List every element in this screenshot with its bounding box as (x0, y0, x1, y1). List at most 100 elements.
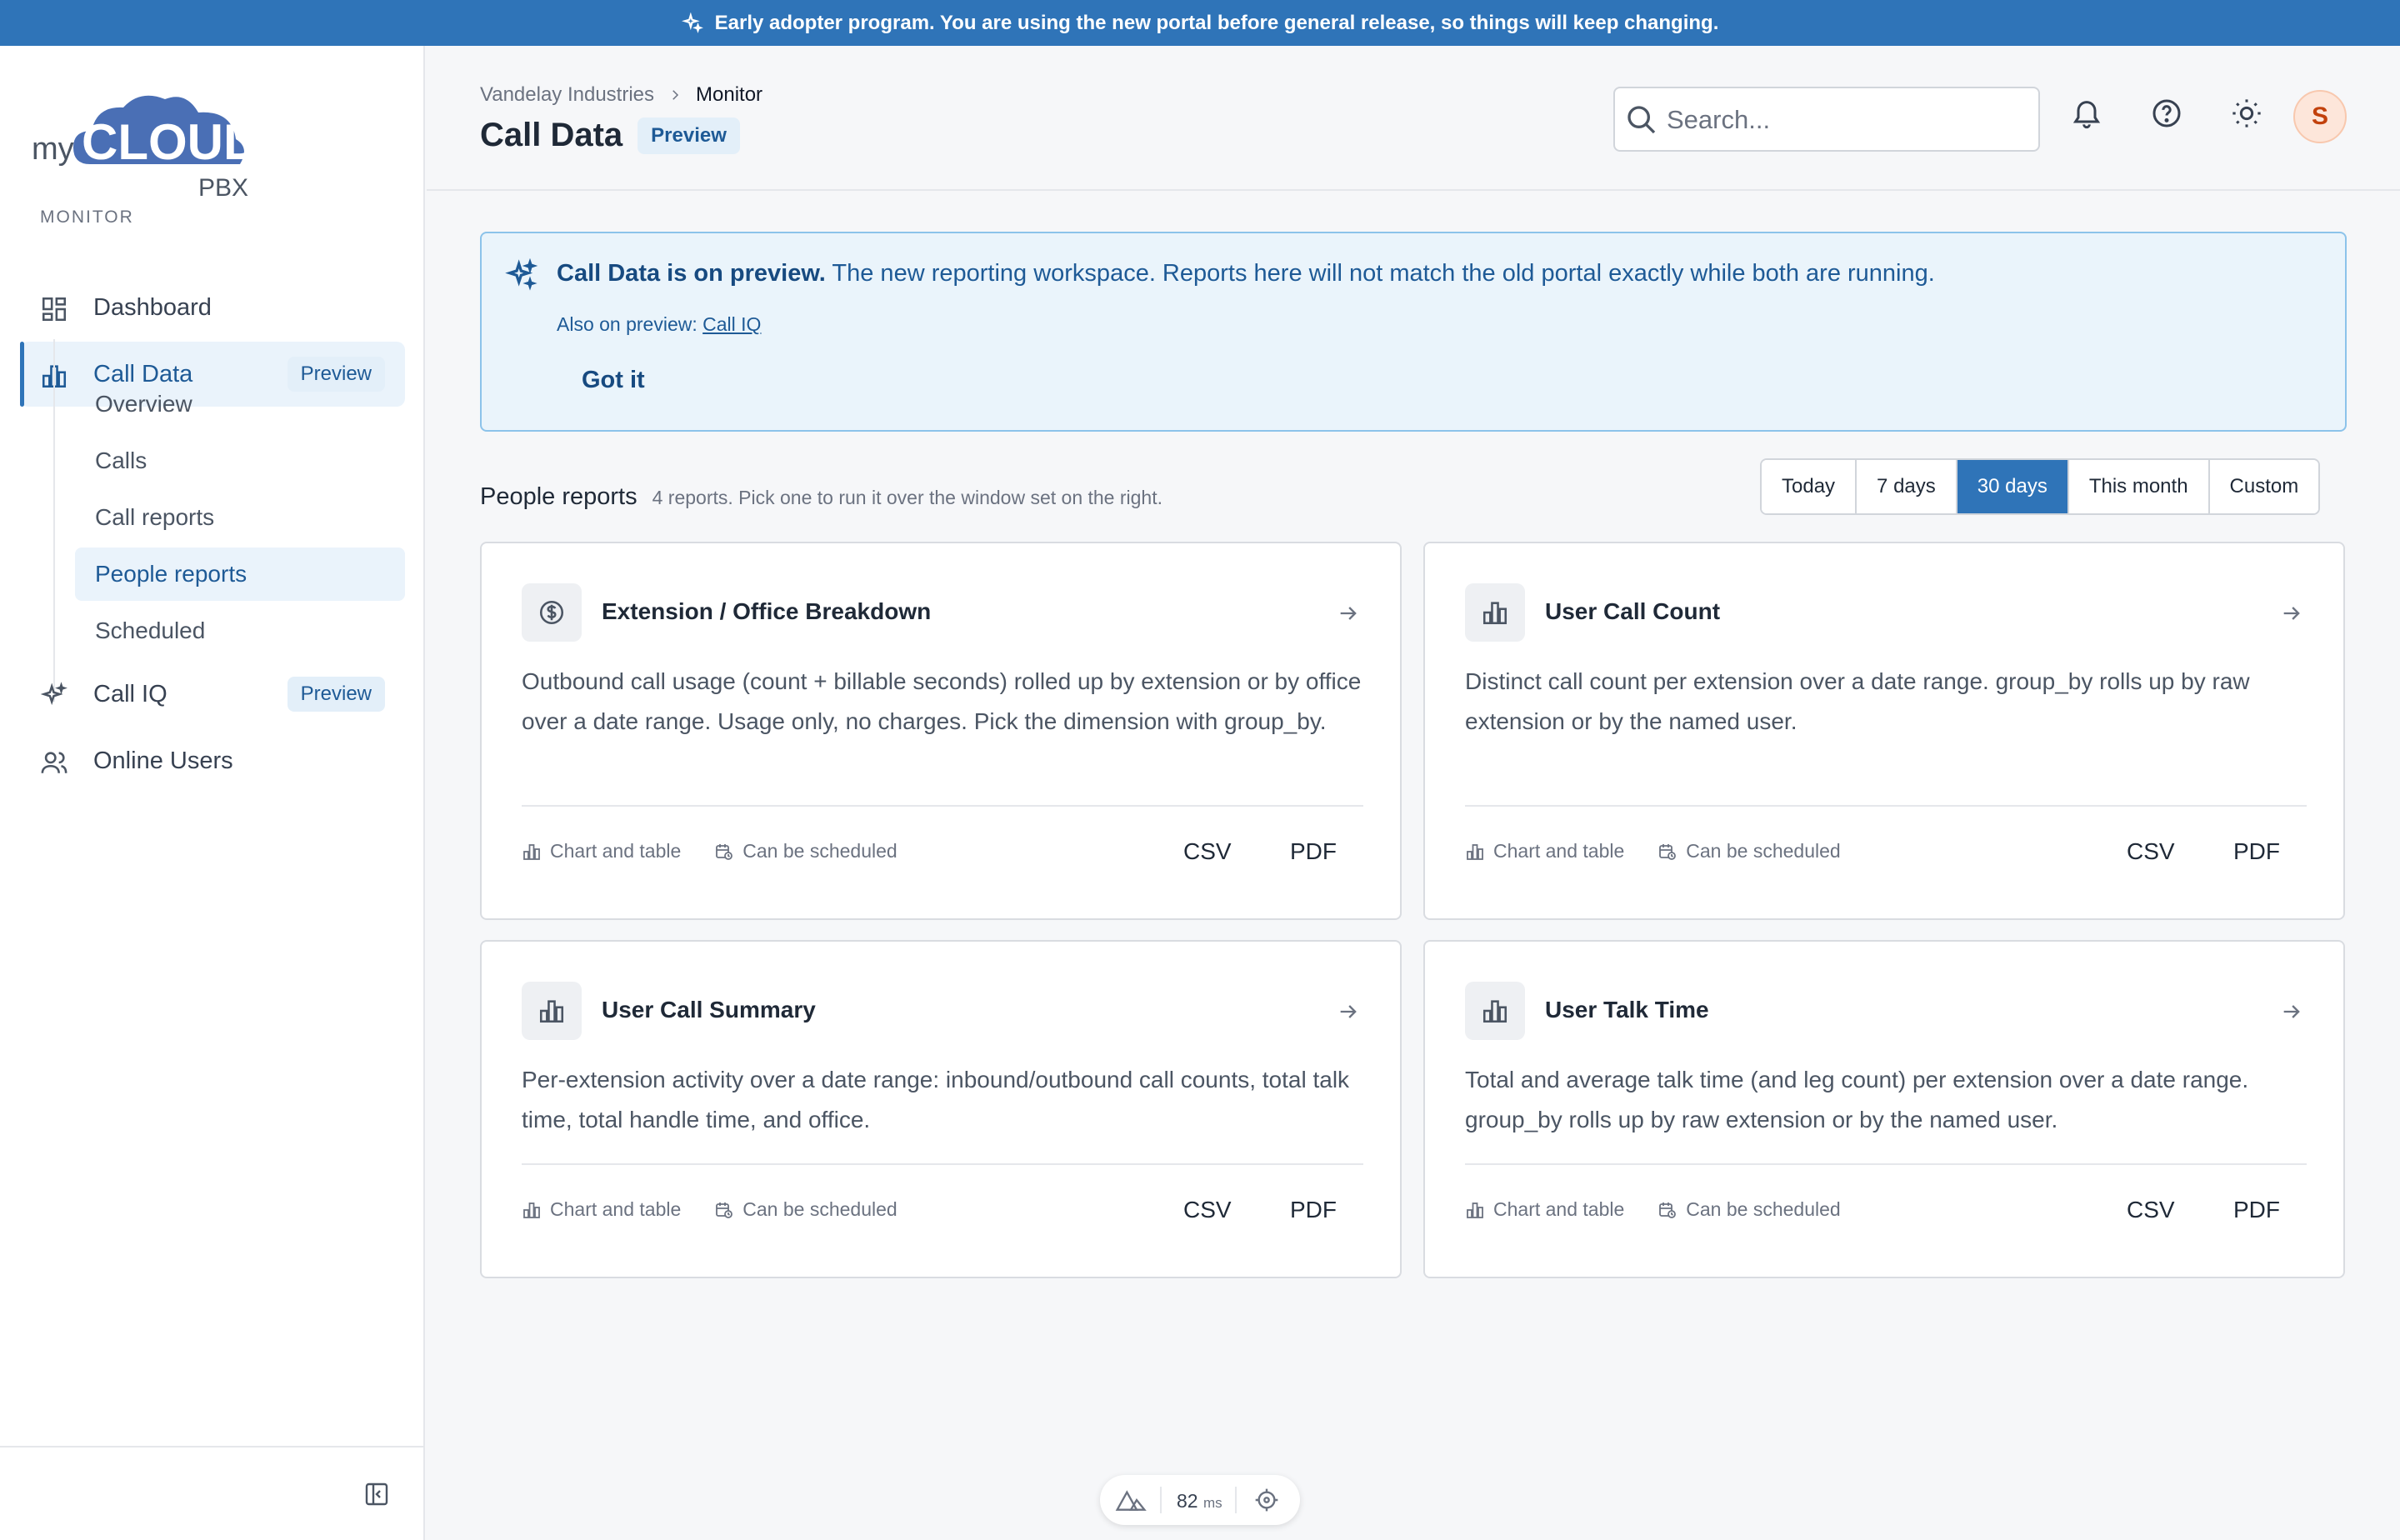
help-icon[interactable] (2150, 97, 2183, 130)
sidebar-item-label: Call IQ (93, 680, 168, 708)
calendar-clock-icon (1659, 843, 1677, 860)
arrow-right-icon[interactable] (1337, 602, 1360, 625)
card-icon (1465, 982, 1525, 1040)
csv-export-button[interactable]: CSV (1183, 1197, 1232, 1223)
schedulable-label: Can be scheduled (1686, 840, 1841, 862)
avatar[interactable]: S (2293, 90, 2347, 143)
nuxt-logo-icon (1115, 1490, 1147, 1511)
page-title-row: Call Data Preview (480, 117, 740, 154)
range-this-month-button[interactable]: This month (2067, 460, 2208, 513)
breadcrumb: Vandelay Industries Monitor (480, 83, 762, 107)
sparkle-icon (681, 12, 703, 33)
csv-export-button[interactable]: CSV (1183, 838, 1232, 865)
dollar-icon (539, 600, 564, 625)
sidebar-subitem-call-reports[interactable]: Call reports (75, 491, 405, 544)
crosshair-icon[interactable] (1253, 1487, 1280, 1513)
card-description: Per-extension activity over a date range… (522, 1067, 1350, 1132)
card-description: Outbound call usage (count + billable se… (522, 668, 1362, 734)
card-divider (522, 805, 1363, 807)
search-box[interactable] (1613, 87, 2040, 152)
range-custom-button[interactable]: Custom (2208, 460, 2319, 513)
sidebar-divider (0, 1446, 425, 1448)
dashboard-icon (42, 297, 67, 322)
arrow-right-icon[interactable] (2280, 1000, 2303, 1023)
perf-readout: 82 ms (1177, 1490, 1222, 1512)
section-label-monitor: MONITOR (40, 208, 134, 227)
report-card-user-call-summary[interactable]: User Call Summary Per-extension activity… (480, 940, 1402, 1278)
arrow-right-icon[interactable] (1337, 1000, 1360, 1023)
sidebar-item-label: Dashboard (93, 293, 212, 321)
sidebar-collapse-icon[interactable] (363, 1481, 390, 1508)
card-title: User Call Count (1545, 598, 1721, 624)
bar-chart-icon (1482, 602, 1508, 625)
range-today-button[interactable]: Today (1762, 460, 1856, 513)
csv-export-button[interactable]: CSV (2127, 838, 2175, 865)
date-range-selector: Today 7 days 30 days This month Custom (1760, 458, 2321, 515)
card-footer: Chart and table Can be scheduled (1465, 1198, 1841, 1221)
sparkle-icon (505, 258, 538, 291)
logo-my: my (32, 132, 74, 167)
pdf-export-button[interactable]: PDF (2233, 838, 2280, 865)
card-description: Distinct call count per extension over a… (1465, 668, 2250, 734)
range-30days-button[interactable]: 30 days (1955, 460, 2068, 513)
pdf-export-button[interactable]: PDF (2233, 1197, 2280, 1223)
page-title: Call Data (480, 117, 623, 153)
sidebar-subitem-people-reports[interactable]: People reports (75, 548, 405, 601)
breadcrumb-current: Monitor (696, 83, 763, 106)
card-divider (1465, 805, 2307, 807)
call-iq-link[interactable]: Call IQ (702, 313, 761, 335)
csv-export-button[interactable]: CSV (2127, 1197, 2175, 1223)
bar-chart-icon (539, 1000, 564, 1023)
bar-chart-icon (1467, 1202, 1483, 1218)
card-footer: Chart and table Can be scheduled (522, 840, 898, 862)
report-card-user-call-count[interactable]: User Call Count Distinct call count per … (1423, 542, 2345, 920)
card-description: Total and average talk time (and leg cou… (1465, 1067, 2249, 1132)
card-icon (522, 583, 582, 642)
notice-bold: Call Data is on preview. (557, 260, 826, 287)
pdf-export-button[interactable]: PDF (1290, 838, 1337, 865)
calendar-clock-icon (716, 843, 733, 860)
preview-badge: Preview (638, 117, 740, 154)
range-7days-button[interactable]: 7 days (1855, 460, 1956, 513)
sidebar-subitem-calls[interactable]: Calls (75, 434, 405, 488)
search-input[interactable] (1667, 102, 2025, 138)
bar-chart-icon (1467, 843, 1483, 860)
schedulable-label: Can be scheduled (1686, 1198, 1841, 1220)
got-it-button[interactable]: Got it (582, 367, 645, 394)
submenu-line (53, 339, 55, 702)
logo-cloud: CLOUD (82, 114, 259, 170)
preview-notice: Call Data is on preview. The new reporti… (480, 232, 2347, 432)
devtools-perf-pill[interactable]: 82 ms (1100, 1475, 1300, 1525)
sidebar-subitem-scheduled[interactable]: Scheduled (75, 604, 405, 658)
card-divider (1465, 1163, 2307, 1165)
chart-and-table-label: Chart and table (1493, 1198, 1625, 1220)
chart-and-table-label: Chart and table (1493, 840, 1625, 862)
chart-and-table-label: Chart and table (550, 1198, 682, 1220)
breadcrumb-org[interactable]: Vandelay Industries (480, 83, 654, 107)
card-icon (1465, 583, 1525, 642)
section-subtitle: 4 reports. Pick one to run it over the w… (652, 487, 1162, 508)
card-title: User Talk Time (1545, 997, 1709, 1022)
perf-value: 82 (1177, 1490, 1198, 1512)
schedulable-label: Can be scheduled (742, 840, 898, 862)
report-card-extension-office[interactable]: Extension / Office Breakdown Outbound ca… (480, 542, 1402, 920)
theme-sun-icon[interactable] (2230, 97, 2263, 130)
banner-text: Early adopter program. You are using the… (714, 11, 1719, 34)
sidebar: my CLOUD PBX MONITOR Dashboard Call Data… (0, 46, 425, 1540)
sidebar-item-label: Online Users (93, 747, 233, 774)
pdf-export-button[interactable]: PDF (1290, 1197, 1337, 1223)
calendar-clock-icon (1659, 1202, 1677, 1218)
report-card-user-talk-time[interactable]: User Talk Time Total and average talk ti… (1423, 940, 2345, 1278)
card-title: Extension / Office Breakdown (602, 598, 932, 624)
sidebar-item-online-users[interactable]: Online Users (20, 728, 405, 793)
arrow-right-icon[interactable] (2280, 602, 2303, 625)
sidebar-subitem-overview[interactable]: Overview (75, 378, 405, 431)
notice-text: The new reporting workspace. Reports her… (825, 260, 1935, 287)
bell-icon[interactable] (2070, 97, 2103, 130)
section-header: People reports 4 reports. Pick one to ru… (480, 483, 1162, 511)
sidebar-item-call-iq[interactable]: Call IQ Preview (20, 662, 405, 727)
notice-message: Call Data is on preview. The new reporti… (557, 260, 1935, 288)
search-icon (1628, 106, 1656, 134)
card-icon (522, 982, 582, 1040)
sidebar-item-dashboard[interactable]: Dashboard (20, 275, 405, 340)
